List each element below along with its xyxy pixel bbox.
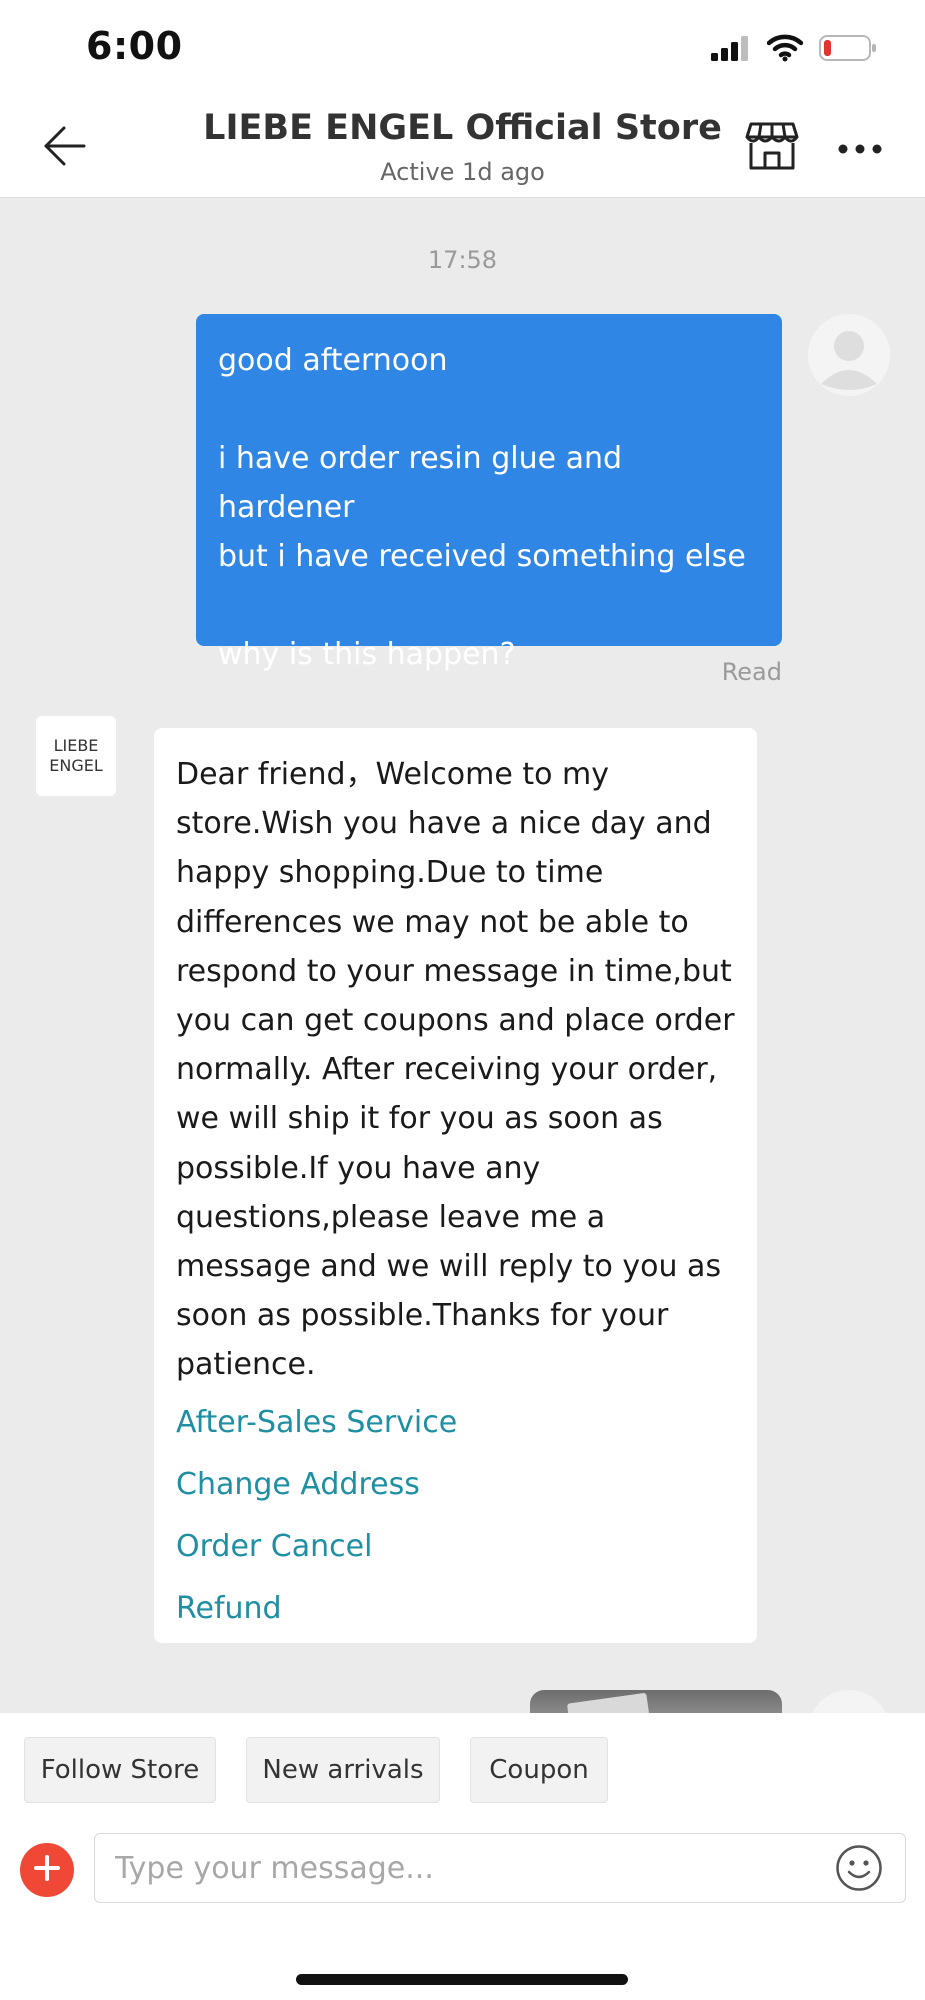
- more-options-button[interactable]: [830, 118, 890, 178]
- message-line: i have order resin glue and hardener: [218, 441, 623, 525]
- status-time: 6:00: [86, 24, 183, 68]
- wifi-icon: [766, 34, 804, 66]
- message-line: [218, 385, 760, 434]
- follow-store-chip[interactable]: Follow Store: [24, 1737, 216, 1803]
- chat-messages-area[interactable]: 17:58 good afternoon i have order resin …: [0, 198, 925, 1713]
- home-indicator-area: [0, 1925, 925, 2000]
- outgoing-message-bubble[interactable]: good afternoon i have order resin glue a…: [196, 314, 782, 672]
- link-refund[interactable]: Refund: [176, 1578, 457, 1640]
- image-message-thumbnail[interactable]: [530, 1690, 782, 1713]
- status-bar: 6:00: [0, 0, 925, 100]
- add-attachment-button[interactable]: [20, 1843, 74, 1897]
- more-icon: [838, 139, 882, 158]
- message-line: but i have received something else: [218, 539, 746, 574]
- message-line: why is this happen?: [218, 637, 516, 672]
- link-change-address[interactable]: Change Address: [176, 1454, 457, 1516]
- default-avatar-icon: [821, 331, 877, 390]
- message-timestamp: 17:58: [427, 246, 498, 274]
- link-order-cancel[interactable]: Order Cancel: [176, 1516, 457, 1578]
- store-avatar[interactable]: LIEBE ENGEL: [36, 716, 116, 796]
- suggestion-chips-bar: Follow Store New arrivals Coupon: [0, 1713, 925, 1813]
- home-indicator[interactable]: [296, 1974, 628, 1985]
- battery-icon: [819, 34, 877, 66]
- emoji-icon: [835, 1844, 883, 1896]
- store-icon: [745, 121, 799, 175]
- message-composer: [0, 1813, 925, 1925]
- message-line: good afternoon: [218, 343, 448, 378]
- link-after-sales-service[interactable]: After-Sales Service: [176, 1392, 457, 1454]
- signal-icon: [711, 35, 751, 65]
- read-receipt: Read: [721, 658, 782, 686]
- plus-icon: [32, 1853, 62, 1887]
- new-arrivals-chip[interactable]: New arrivals: [246, 1737, 440, 1803]
- emoji-button[interactable]: [834, 1845, 884, 1895]
- incoming-message-bubble[interactable]: Dear friend，Welcome to my store.Wish you…: [154, 728, 757, 1643]
- image-content: [566, 1692, 654, 1713]
- store-avatar-line1: LIEBE: [53, 736, 99, 755]
- quick-links: After-Sales Service Change Address Order…: [176, 1392, 457, 1640]
- user-avatar[interactable]: [808, 1690, 890, 1713]
- chat-header: LIEBE ENGEL Official Store Active 1d ago: [0, 100, 925, 198]
- store-button[interactable]: [742, 118, 802, 178]
- message-line: [218, 581, 760, 630]
- status-icons: [711, 32, 877, 68]
- message-input[interactable]: [94, 1833, 906, 1903]
- coupon-chip[interactable]: Coupon: [470, 1737, 608, 1803]
- user-avatar[interactable]: [808, 314, 890, 396]
- store-avatar-line2: ENGEL: [49, 756, 103, 775]
- auto-reply-text: Dear friend，Welcome to my store.Wish you…: [176, 757, 735, 1383]
